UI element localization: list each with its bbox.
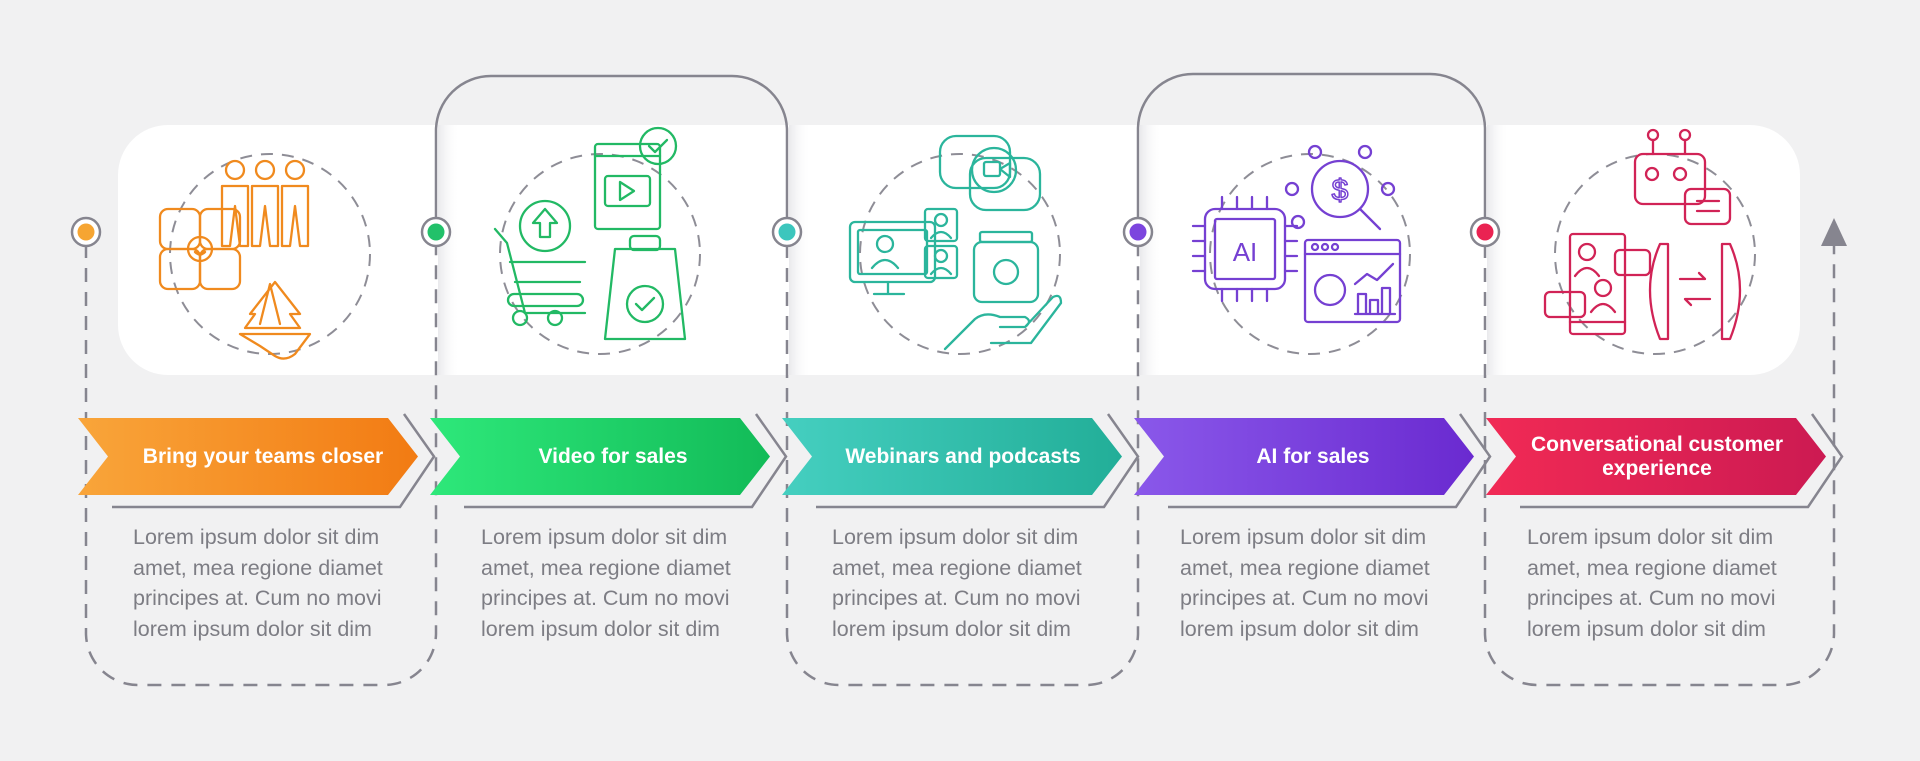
step-5-marker-dot	[1476, 223, 1494, 241]
panel-separator	[789, 125, 811, 375]
step-1-title: Bring your teams closer	[142, 444, 384, 468]
connector-layer: AI $	[70, 72, 1847, 687]
step-4-title: AI for sales	[1256, 444, 1370, 468]
step-5-title: Conversational customer experience	[1530, 432, 1784, 480]
panel-separator	[1140, 125, 1162, 375]
step-4-marker-dot	[1129, 223, 1147, 241]
step-2-description: Lorem ipsum dolor sit dim amet, mea regi…	[481, 525, 731, 641]
step-2-marker-dot	[427, 223, 445, 241]
infographic: AI $ Bring your teams closer Video for sa…	[0, 0, 1920, 761]
step-1-description: Lorem ipsum dolor sit dim amet, mea regi…	[133, 525, 383, 641]
step-2-title: Video for sales	[538, 444, 688, 468]
arrow-up-icon	[1821, 218, 1847, 246]
step-1-marker-dot	[77, 223, 95, 241]
panel-separator	[438, 125, 460, 375]
dollar-sign: $	[1332, 174, 1349, 207]
step-3-marker-dot	[778, 223, 796, 241]
step-3-description: Lorem ipsum dolor sit dim amet, mea regi…	[832, 525, 1082, 641]
step-4-description: Lorem ipsum dolor sit dim amet, mea regi…	[1180, 525, 1430, 641]
icon-panel	[118, 125, 1800, 375]
panel-separator	[1487, 125, 1509, 375]
step-5-description: Lorem ipsum dolor sit dim amet, mea regi…	[1527, 525, 1777, 641]
ai-label: AI	[1233, 237, 1258, 267]
step-3-title: Webinars and podcasts	[845, 444, 1081, 468]
